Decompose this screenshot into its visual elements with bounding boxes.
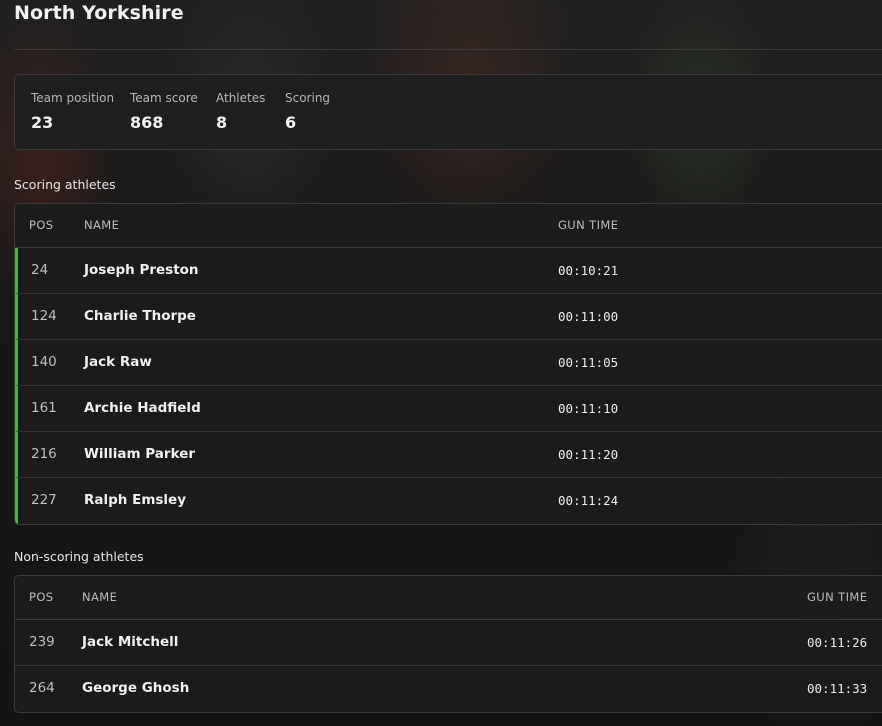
column-header-gun-time[interactable]: GUN TIME: [807, 590, 867, 604]
table-row[interactable]: 124 Charlie Thorpe 00:11:00: [15, 294, 882, 340]
table-row[interactable]: 227 Ralph Emsley 00:11:24: [15, 478, 882, 524]
table-row[interactable]: 239 Jack Mitchell 00:11:26: [15, 620, 882, 666]
position-cell: 264: [29, 680, 55, 696]
title-divider: [14, 49, 882, 50]
position-cell: 161: [31, 400, 57, 416]
position-cell: 239: [29, 634, 55, 650]
stat-value: 23: [31, 113, 54, 132]
position-cell: 140: [31, 354, 57, 370]
stat-label: Scoring: [285, 91, 331, 105]
athlete-name-cell[interactable]: Joseph Preston: [84, 248, 199, 293]
table-row[interactable]: 24 Joseph Preston 00:10:21: [15, 248, 882, 294]
athlete-name-cell[interactable]: Charlie Thorpe: [84, 294, 196, 339]
stat-athletes: Athletes 8: [216, 91, 265, 132]
column-header-name[interactable]: NAME: [82, 590, 117, 604]
position-cell: 216: [31, 446, 57, 462]
position-cell: 124: [31, 308, 57, 324]
table-row[interactable]: 264 George Ghosh 00:11:33: [15, 666, 882, 712]
gun-time-cell: 00:11:33: [807, 681, 868, 696]
scoring-athletes-table: POS NAME GUN TIME 24 Joseph Preston 00:1…: [14, 203, 882, 525]
gun-time-cell: 00:11:00: [558, 309, 619, 324]
scoring-athletes-heading: Scoring athletes: [14, 177, 116, 192]
stat-team-score: Team score 868: [130, 91, 198, 132]
table-row[interactable]: 161 Archie Hadfield 00:11:10: [15, 386, 882, 432]
gun-time-cell: 00:11:05: [558, 355, 619, 370]
stat-scoring: Scoring 6: [285, 91, 330, 132]
column-header-gun-time[interactable]: GUN TIME: [558, 218, 618, 232]
athlete-name-cell[interactable]: Jack Raw: [84, 340, 152, 385]
athlete-name-cell[interactable]: Archie Hadfield: [84, 386, 201, 431]
stat-team-position: Team position 23: [31, 91, 114, 132]
table-header: POS NAME GUN TIME: [15, 204, 882, 248]
gun-time-cell: 00:11:10: [558, 401, 619, 416]
stat-value: 8: [216, 113, 228, 132]
table-header: POS NAME GUN TIME: [15, 576, 882, 620]
column-header-pos[interactable]: POS: [29, 218, 54, 232]
gun-time-cell: 00:11:26: [807, 635, 868, 650]
table-row[interactable]: 216 William Parker 00:11:20: [15, 432, 882, 478]
athlete-name-cell[interactable]: Ralph Emsley: [84, 478, 186, 523]
column-header-pos[interactable]: POS: [29, 590, 54, 604]
gun-time-cell: 00:10:21: [558, 263, 619, 278]
stat-label: Team score: [130, 91, 198, 105]
position-cell: 227: [31, 492, 57, 508]
gun-time-cell: 00:11:24: [558, 493, 619, 508]
non-scoring-athletes-table: POS NAME GUN TIME 239 Jack Mitchell 00:1…: [14, 575, 882, 713]
stat-value: 868: [130, 113, 164, 132]
column-header-name[interactable]: NAME: [84, 218, 119, 232]
athlete-name-cell[interactable]: Jack Mitchell: [82, 620, 178, 665]
stat-label: Team position: [31, 91, 115, 105]
athlete-name-cell[interactable]: William Parker: [84, 432, 195, 477]
team-stats-card: Team position 23 Team score 868 Athletes…: [14, 74, 882, 150]
stat-label: Athletes: [216, 91, 266, 105]
athlete-name-cell[interactable]: George Ghosh: [82, 666, 189, 711]
gun-time-cell: 00:11:20: [558, 447, 619, 462]
table-row[interactable]: 140 Jack Raw 00:11:05: [15, 340, 882, 386]
position-cell: 24: [31, 262, 49, 278]
non-scoring-athletes-heading: Non-scoring athletes: [14, 549, 144, 564]
stat-value: 6: [285, 113, 297, 132]
page-title: North Yorkshire: [14, 2, 184, 24]
